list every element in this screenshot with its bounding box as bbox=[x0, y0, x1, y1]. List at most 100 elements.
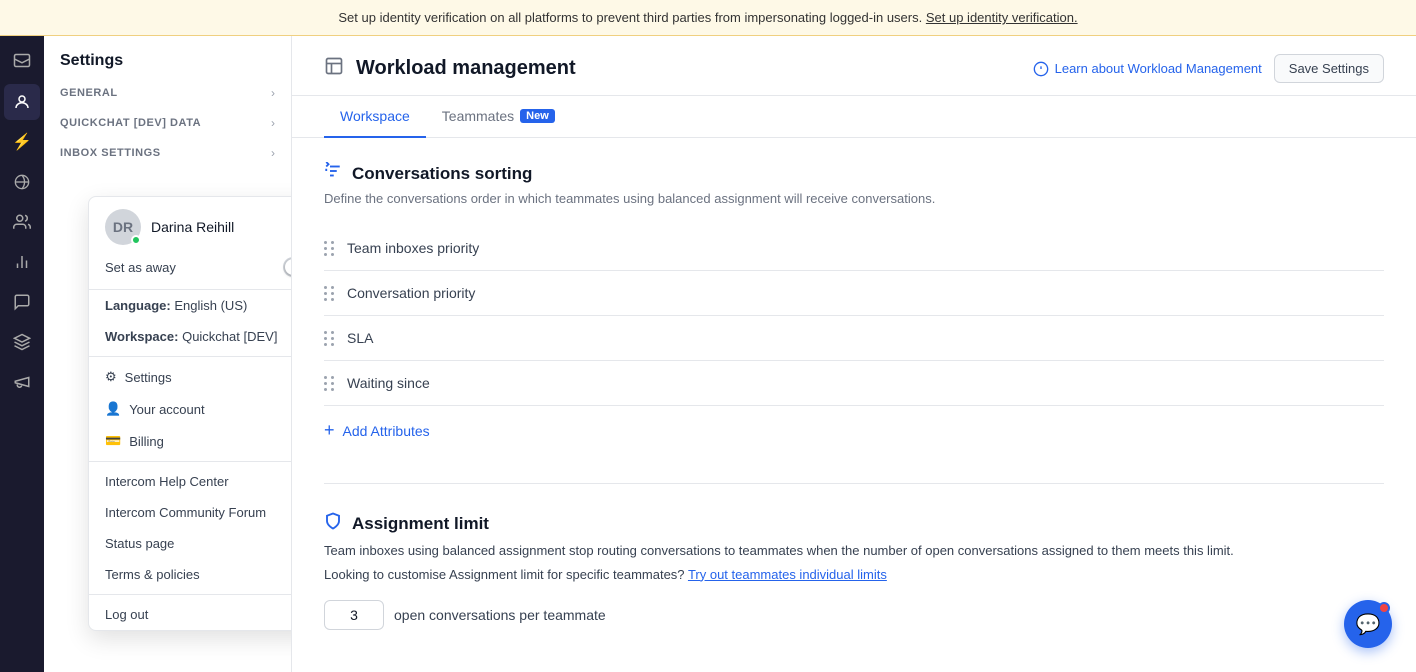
settings-title: Settings bbox=[44, 36, 291, 78]
icon-rail: ⚡ bbox=[0, 36, 44, 672]
plus-icon: + bbox=[324, 420, 335, 441]
set-away-toggle[interactable] bbox=[283, 257, 292, 277]
chat-fab-button[interactable]: 💬 bbox=[1344, 600, 1392, 648]
conversations-sorting-section: Conversations sorting Define the convers… bbox=[324, 162, 1384, 455]
toggle-knob bbox=[285, 259, 292, 275]
nav-icon-avatar[interactable] bbox=[4, 84, 40, 120]
divider-3 bbox=[89, 594, 292, 595]
language-item[interactable]: Language: English (US) › bbox=[89, 290, 292, 321]
drag-handle-sla[interactable] bbox=[324, 331, 335, 346]
sorting-icon bbox=[324, 162, 342, 185]
divider-1 bbox=[89, 356, 292, 357]
assignment-title: Assignment limit bbox=[352, 514, 489, 534]
assignment-desc-2: Looking to customise Assignment limit fo… bbox=[324, 565, 1384, 585]
your-account-link[interactable]: 👤 Your account bbox=[89, 393, 292, 425]
billing-link[interactable]: 💳 Billing bbox=[89, 425, 292, 457]
header-actions: Learn about Workload Management Save Set… bbox=[1033, 54, 1384, 83]
page-header: Workload management Learn about Workload… bbox=[292, 36, 1416, 96]
assignment-limit-section: Assignment limit Team inboxes using bala… bbox=[324, 512, 1384, 630]
sorting-title: Conversations sorting bbox=[352, 164, 532, 184]
content-area: Conversations sorting Define the convers… bbox=[292, 138, 1416, 672]
nav-icon-location[interactable] bbox=[4, 164, 40, 200]
sort-label-waiting: Waiting since bbox=[347, 375, 430, 391]
terms-link[interactable]: Terms & policies bbox=[89, 559, 292, 590]
page-title: Workload management bbox=[356, 57, 576, 80]
workspace-item[interactable]: Workspace: Quickchat [DEV] › bbox=[89, 321, 292, 352]
user-dropdown-panel: DR Darina Reihill Set as away Language: … bbox=[88, 196, 292, 631]
limit-input-suffix: open conversations per teammate bbox=[394, 607, 606, 623]
help-center-link[interactable]: Intercom Help Center bbox=[89, 466, 292, 497]
workload-icon bbox=[324, 56, 344, 81]
sorting-description: Define the conversations order in which … bbox=[324, 191, 1384, 206]
sort-item-conversation-priority: Conversation priority bbox=[324, 271, 1384, 316]
nav-icon-chat[interactable] bbox=[4, 284, 40, 320]
workspace-label: Workspace: Quickchat [DEV] bbox=[105, 329, 277, 344]
sidebar-item-quickchat[interactable]: QUICKCHAT [DEV] DATA › bbox=[44, 108, 291, 138]
add-attributes-button[interactable]: + Add Attributes bbox=[324, 406, 1384, 455]
billing-icon: 💳 bbox=[105, 433, 121, 449]
user-name: Darina Reihill bbox=[151, 219, 234, 235]
set-away-row: Set as away bbox=[105, 257, 292, 277]
nav-icon-messages[interactable] bbox=[4, 44, 40, 80]
sidebar-item-general[interactable]: GENERAL › bbox=[44, 78, 291, 108]
banner-text: Set up identity verification on all plat… bbox=[338, 10, 922, 25]
sidebar: Settings GENERAL › QUICKCHAT [DEV] DATA … bbox=[44, 36, 292, 672]
limit-input[interactable] bbox=[324, 600, 384, 630]
quickchat-chevron-icon: › bbox=[271, 116, 275, 130]
user-profile-section: DR Darina Reihill Set as away bbox=[89, 197, 292, 290]
drag-handle-waiting[interactable] bbox=[324, 376, 335, 391]
sort-item-sla: SLA bbox=[324, 316, 1384, 361]
drag-handle-team-inboxes[interactable] bbox=[324, 241, 335, 256]
nav-icon-lightning[interactable]: ⚡ bbox=[4, 124, 40, 160]
sort-item-waiting-since: Waiting since bbox=[324, 361, 1384, 406]
assignment-section-header: Assignment limit bbox=[324, 512, 1384, 535]
general-label: GENERAL bbox=[60, 87, 263, 99]
divider-2 bbox=[89, 461, 292, 462]
nav-icon-chart[interactable] bbox=[4, 244, 40, 280]
sort-label-conversation: Conversation priority bbox=[347, 285, 475, 301]
community-link[interactable]: Intercom Community Forum bbox=[89, 497, 292, 528]
banner-link[interactable]: Set up identity verification. bbox=[926, 10, 1078, 25]
chat-fab-icon: 💬 bbox=[1356, 612, 1381, 637]
add-attributes-label: Add Attributes bbox=[343, 423, 430, 439]
main-content: Workload management Learn about Workload… bbox=[292, 36, 1416, 672]
avatar: DR bbox=[105, 209, 141, 245]
inbox-chevron-icon: › bbox=[271, 146, 275, 160]
tabs-row: Workspace Teammates New bbox=[292, 96, 1416, 138]
gear-icon: ⚙ bbox=[105, 369, 117, 385]
quickchat-label: QUICKCHAT [DEV] DATA bbox=[60, 117, 263, 129]
teammates-badge: New bbox=[520, 109, 555, 123]
sidebar-item-inbox[interactable]: INBOX SETTINGS › bbox=[44, 138, 291, 168]
nav-icon-megaphone[interactable] bbox=[4, 364, 40, 400]
save-settings-button[interactable]: Save Settings bbox=[1274, 54, 1384, 83]
page-title-row: Workload management bbox=[324, 56, 576, 81]
chat-fab-badge bbox=[1378, 602, 1390, 614]
settings-link[interactable]: ⚙ Settings bbox=[89, 361, 292, 393]
individual-limits-link[interactable]: Try out teammates individual limits bbox=[688, 567, 887, 582]
language-label: Language: English (US) bbox=[105, 298, 247, 313]
identity-banner: Set up identity verification on all plat… bbox=[0, 0, 1416, 36]
nav-icon-users[interactable] bbox=[4, 204, 40, 240]
section-divider bbox=[324, 483, 1384, 484]
sort-item-team-inboxes: Team inboxes priority bbox=[324, 226, 1384, 271]
sort-label-sla: SLA bbox=[347, 330, 373, 346]
set-away-label: Set as away bbox=[105, 260, 176, 275]
tab-teammates[interactable]: Teammates New bbox=[426, 96, 571, 138]
sort-items-list: Team inboxes priority Conversation prior… bbox=[324, 226, 1384, 406]
status-page-link[interactable]: Status page bbox=[89, 528, 292, 559]
sorting-section-header: Conversations sorting bbox=[324, 162, 1384, 185]
logout-link[interactable]: Log out bbox=[89, 599, 292, 630]
learn-label: Learn about Workload Management bbox=[1055, 61, 1262, 76]
drag-handle-conversation[interactable] bbox=[324, 286, 335, 301]
user-profile-row: DR Darina Reihill bbox=[105, 209, 292, 245]
nav-icon-team[interactable] bbox=[4, 324, 40, 360]
tab-workspace[interactable]: Workspace bbox=[324, 96, 426, 138]
limit-input-row: open conversations per teammate bbox=[324, 600, 1384, 630]
assignment-desc-1: Team inboxes using balanced assignment s… bbox=[324, 541, 1384, 561]
avatar-online-dot bbox=[131, 235, 141, 245]
learn-link[interactable]: Learn about Workload Management bbox=[1033, 61, 1262, 77]
assignment-icon bbox=[324, 512, 342, 535]
person-icon: 👤 bbox=[105, 401, 121, 417]
sort-label-team-inboxes: Team inboxes priority bbox=[347, 240, 479, 256]
inbox-label: INBOX SETTINGS bbox=[60, 147, 263, 159]
